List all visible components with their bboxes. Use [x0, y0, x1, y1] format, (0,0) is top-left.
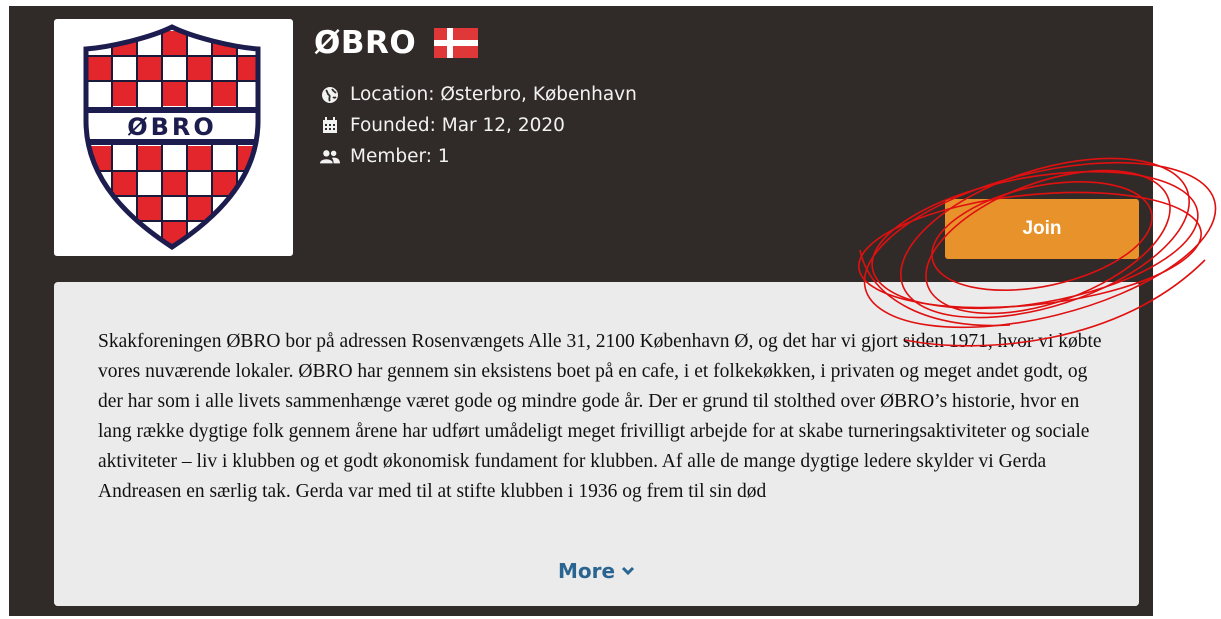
users-icon	[320, 147, 340, 167]
location-text: Location: Østerbro, København	[350, 84, 637, 105]
members-text: Member: 1	[350, 146, 450, 167]
founded-text: Founded: Mar 12, 2020	[350, 115, 565, 136]
club-location: Location: Østerbro, København	[320, 84, 637, 105]
description-fade	[54, 504, 1139, 606]
chevron-down-icon[interactable]	[621, 566, 635, 576]
more-link[interactable]: More	[54, 559, 1139, 583]
denmark-flag-icon	[434, 28, 479, 58]
calendar-icon	[320, 116, 340, 136]
club-description-card: Skakforeningen ØBRO bor på adressen Rose…	[54, 282, 1139, 606]
club-title-row: ØBRO	[314, 25, 479, 61]
club-shield-logo: ØBRO	[83, 24, 261, 250]
club-founded: Founded: Mar 12, 2020	[320, 115, 565, 136]
club-logo: ØBRO	[54, 19, 293, 256]
club-name: ØBRO	[314, 25, 417, 61]
more-label[interactable]: More	[558, 559, 615, 583]
club-members: Member: 1	[320, 146, 450, 167]
globe-icon	[320, 85, 340, 105]
join-button[interactable]: Join	[945, 199, 1139, 259]
logo-text: ØBRO	[127, 113, 217, 141]
